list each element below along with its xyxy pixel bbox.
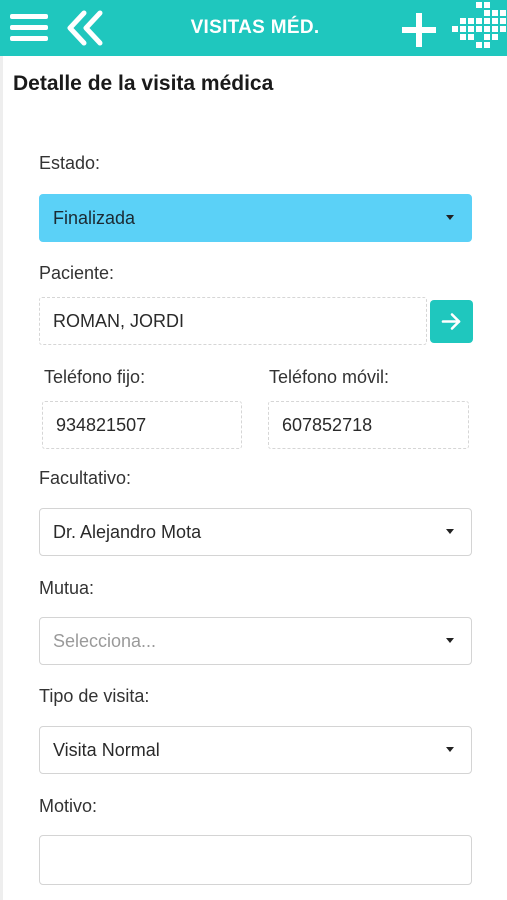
app-logo-icon xyxy=(452,0,507,56)
estado-select[interactable]: Finalizada xyxy=(39,194,472,242)
paciente-field[interactable]: ROMAN, JORDI xyxy=(39,297,427,345)
estado-value: Finalizada xyxy=(53,208,136,228)
app-title: VISITAS MÉD. xyxy=(190,17,320,38)
paciente-value: ROMAN, JORDI xyxy=(53,311,185,331)
mutua-select[interactable]: Selecciona... xyxy=(39,617,472,665)
telefono-fijo-label: Teléfono fijo: xyxy=(44,367,146,387)
paciente-label: Paciente: xyxy=(39,263,115,283)
mutua-placeholder: Selecciona... xyxy=(53,631,157,651)
double-chevron-left-icon[interactable] xyxy=(64,9,106,47)
caret-down-icon xyxy=(446,747,454,752)
caret-down-icon xyxy=(446,215,454,220)
facultativo-select[interactable]: Dr. Alejandro Mota xyxy=(39,508,472,556)
telefono-movil-field[interactable]: 607852718 xyxy=(268,401,469,449)
mutua-label: Mutua: xyxy=(39,578,95,598)
caret-down-icon xyxy=(446,638,454,643)
motivo-input[interactable] xyxy=(39,835,472,885)
estado-label: Estado: xyxy=(39,153,101,173)
caret-down-icon xyxy=(446,529,454,534)
tipo-visita-select[interactable]: Visita Normal xyxy=(39,726,472,774)
open-patient-button[interactable] xyxy=(430,300,473,343)
facultativo-value: Dr. Alejandro Mota xyxy=(53,522,202,542)
arrow-right-icon xyxy=(441,313,461,330)
telefono-movil-label: Teléfono móvil: xyxy=(269,367,390,387)
hamburger-menu-icon[interactable] xyxy=(10,12,48,42)
motivo-label: Motivo: xyxy=(39,796,98,816)
tipo-visita-label: Tipo de visita: xyxy=(39,686,150,706)
page-title: Detalle de la visita médica xyxy=(13,72,274,95)
telefono-fijo-field[interactable]: 934821507 xyxy=(42,401,242,449)
telefono-movil-value: 607852718 xyxy=(282,415,373,435)
top-bar: VISITAS MÉD. xyxy=(0,0,507,56)
tipo-visita-value: Visita Normal xyxy=(53,740,160,760)
facultativo-label: Facultativo: xyxy=(39,468,132,488)
plus-icon[interactable] xyxy=(400,11,438,49)
left-border xyxy=(0,56,3,900)
telefono-fijo-value: 934821507 xyxy=(56,415,147,435)
